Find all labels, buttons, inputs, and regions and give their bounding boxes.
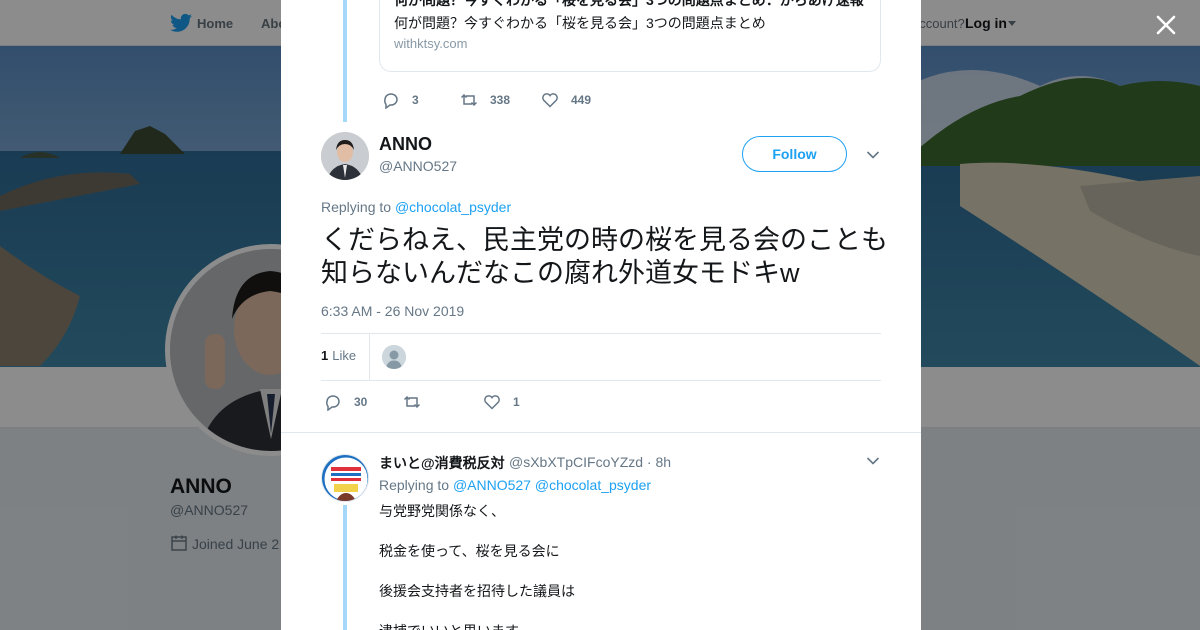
retweet-icon xyxy=(460,93,478,107)
replying-to-link[interactable]: @chocolat_psyder xyxy=(395,199,511,215)
divider xyxy=(369,334,370,380)
likes-stat[interactable]: 1 Like xyxy=(321,348,356,363)
reply-count: 30 xyxy=(354,395,368,409)
reply-text-line: 与党野党関係なく、 xyxy=(379,503,505,519)
like-action[interactable]: 1 xyxy=(483,393,520,411)
reply-icon xyxy=(326,395,340,411)
avatar[interactable] xyxy=(321,454,369,502)
heart-icon xyxy=(484,395,500,410)
close-icon[interactable] xyxy=(1153,12,1179,38)
reply-text-line: 税金を使って、桜を見る会に xyxy=(379,543,560,559)
reply-author-handle[interactable]: @sXbXTpCIFcoYZzd · 8h xyxy=(509,454,671,470)
follow-button[interactable]: Follow xyxy=(742,136,847,172)
divider xyxy=(321,333,881,334)
replying-prefix: Replying to xyxy=(379,477,450,493)
reply-replying-to: Replying to @ANNO527 @chocolat_psyder xyxy=(379,477,651,493)
reply-text-line: 後援会支持者を招待した議員は xyxy=(379,583,575,599)
reply-icon xyxy=(384,93,398,109)
retweet-icon xyxy=(403,395,421,409)
chevron-down-icon[interactable] xyxy=(866,456,880,466)
reply-count: 3 xyxy=(412,93,419,107)
thread-line xyxy=(343,0,347,122)
reply-action[interactable]: 30 xyxy=(324,393,367,411)
likes-stat-label: Like xyxy=(332,348,357,363)
card-title: 何が問題？今すぐわかる「桜を見る会」3つの問題点まとめ：からあげ速報 xyxy=(394,0,864,8)
retweet-action[interactable]: 338 xyxy=(460,91,510,109)
reply-text-line: 逮捕でいいと思います xyxy=(379,621,519,630)
reply-time[interactable]: · 8h xyxy=(647,454,671,470)
link-card[interactable]: 何が問題？今すぐわかる「桜を見る会」3つの問題点まとめ：からあげ速報 何が問題？… xyxy=(379,0,881,72)
heart-icon xyxy=(542,93,558,108)
author-name[interactable]: ANNO xyxy=(379,134,432,155)
replying-to-link[interactable]: @chocolat_psyder xyxy=(535,477,651,493)
thread-line xyxy=(343,505,347,630)
likes-stat-count: 1 xyxy=(321,348,329,363)
like-action[interactable]: 449 xyxy=(541,91,591,109)
divider xyxy=(281,432,921,433)
retweet-action[interactable] xyxy=(403,393,433,411)
reply-author-name[interactable]: まいと@消費税反対 xyxy=(379,453,505,473)
like-count: 449 xyxy=(571,93,592,107)
liker-avatar[interactable] xyxy=(382,345,406,369)
chevron-down-icon[interactable] xyxy=(866,150,880,160)
reply-action[interactable]: 3 xyxy=(382,91,419,109)
replying-to: Replying to @chocolat_psyder xyxy=(321,199,511,215)
retweet-count: 338 xyxy=(490,93,511,107)
card-description: 何が問題？今すぐわかる「桜を見る会」3つの問題点まとめ xyxy=(394,15,766,31)
tweet-text: くだらねえ、民主党の時の桜を見る会のことも知らないんだなこの腐れ外道女モドキw xyxy=(321,225,888,288)
replying-prefix: Replying to xyxy=(321,199,392,215)
divider xyxy=(321,380,881,381)
like-count: 1 xyxy=(513,395,520,409)
card-domain: withktsy.com xyxy=(394,36,468,51)
reply-handle-text: @sXbXTpCIFcoYZzd xyxy=(509,454,644,470)
avatar[interactable] xyxy=(321,132,369,180)
tweet-timestamp[interactable]: 6:33 AM - 26 Nov 2019 xyxy=(321,303,464,319)
tweet-modal: 何が問題？今すぐわかる「桜を見る会」3つの問題点まとめ：からあげ速報 何が問題？… xyxy=(281,0,921,630)
replying-to-link[interactable]: @ANNO527 xyxy=(453,477,531,493)
author-handle[interactable]: @ANNO527 xyxy=(379,158,457,174)
